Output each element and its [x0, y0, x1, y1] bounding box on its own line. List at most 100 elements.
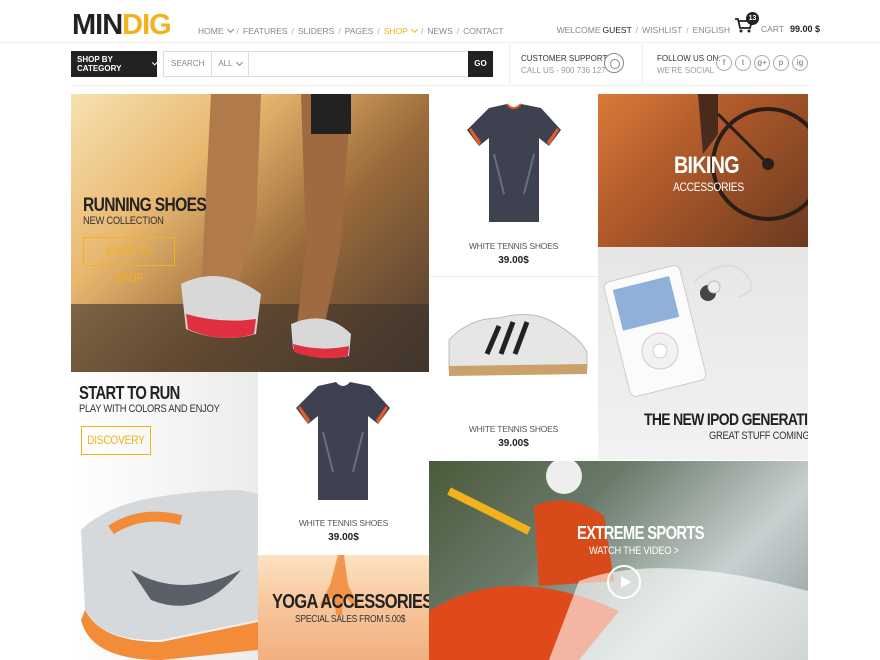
header-divider [0, 42, 880, 43]
chevron-down-icon [226, 25, 234, 34]
social-links: f t g+ p ig [716, 55, 808, 71]
category-button-label: SHOP BY CATEGORY [77, 55, 122, 73]
user-name[interactable]: GUEST [602, 25, 631, 35]
banner-subtitle: NEW COLLECTION [83, 215, 164, 227]
follow-subtitle: WE'RE SOCIAL [657, 66, 715, 75]
product-name: WHITE TENNIS SHOES [468, 241, 559, 251]
nav-label: SLIDERS [297, 26, 335, 36]
shop-by-category-button[interactable]: SHOP BY CATEGORY [71, 51, 159, 77]
banner-subtitle: SPECIAL SALES FROM 5.00$ [295, 614, 406, 625]
cart-count-badge: 13 [746, 12, 759, 25]
product-name: WHITE TENNIS SHOES [468, 424, 559, 434]
search-scope-select[interactable]: ALL [212, 52, 249, 76]
nav-item-features[interactable]: FEATURES [243, 26, 288, 36]
banner-title: RUNNING SHOES [83, 195, 207, 216]
vertical-divider [642, 44, 643, 84]
play-video-button[interactable] [607, 565, 641, 599]
facebook-icon[interactable]: f [716, 55, 732, 71]
follow-title: FOLLOW US ON: [657, 54, 721, 63]
nav-item-pages[interactable]: PAGES [345, 26, 374, 36]
nav-label: NEWS [427, 26, 453, 36]
wishlist-link[interactable]: WISHLIST [642, 25, 682, 35]
sneaker-image [448, 314, 588, 376]
banner-title: START TO RUN [79, 383, 180, 403]
logo-part-1: MIN [72, 9, 123, 41]
support-title: CUSTOMER SUPPORT [521, 54, 608, 63]
banner-ipod[interactable]: THE NEW IPOD GENERATION GREAT STUFF COMI… [598, 247, 808, 460]
chevron-down-icon [410, 25, 418, 34]
welcome-text: WELCOME [556, 25, 601, 35]
banner-title: YOGA ACCESSORIES [272, 591, 429, 613]
nav-separator: / [291, 26, 294, 36]
chevron-down-icon [235, 58, 243, 67]
kayak-image [429, 461, 808, 660]
pinterest-icon[interactable]: p [773, 55, 789, 71]
product-price: 39.00$ [328, 532, 359, 543]
product-card[interactable]: WHITE TENNIS SHOES 39.00$ [258, 372, 429, 555]
tshirt-image [296, 382, 390, 500]
nav-item-home[interactable]: HOME [198, 25, 234, 36]
instagram-icon[interactable]: ig [792, 55, 808, 71]
banner-running-shoes[interactable]: RUNNING SHOES NEW COLLECTION START TO SH… [71, 94, 429, 372]
account-links: WELCOME GUEST / WISHLIST / ENGLISH [557, 25, 730, 35]
banner-start-to-run[interactable]: START TO RUN PLAY WITH COLORS AND ENJOY … [71, 372, 258, 660]
banner-biking[interactable]: BIKING ACCESSORIES [598, 94, 808, 247]
product-card[interactable]: WHITE TENNIS SHOES 39.00$ [429, 278, 598, 461]
nav-separator: / [377, 26, 380, 36]
nav-item-sliders[interactable]: SLIDERS [298, 26, 334, 36]
start-to-shop-button[interactable]: START TO SHOP [83, 237, 175, 285]
search-divider [71, 85, 808, 86]
separator: / [686, 25, 689, 35]
banner-yoga[interactable]: YOGA ACCESSORIES SPECIAL SALES FROM 5.00… [258, 555, 429, 660]
product-card[interactable]: WHITE TENNIS SHOES 39.00$ [429, 94, 598, 277]
banner-extreme-sports[interactable]: EXTREME SPORTS WATCH THE VIDEO > [429, 461, 808, 660]
orange-sneaker-image [81, 490, 258, 660]
search-input[interactable] [248, 52, 468, 76]
banner-subtitle: GREAT STUFF COMING! [709, 430, 808, 442]
banner-title: BIKING [674, 152, 740, 179]
button-label: DISCOVERY [87, 433, 145, 447]
nav-label: FEATURES [242, 26, 288, 36]
nav-item-news[interactable]: NEWS [427, 26, 453, 36]
logo-part-2: DIG [122, 9, 172, 41]
chevron-down-icon [151, 59, 159, 66]
twitter-icon[interactable]: t [735, 55, 751, 71]
support-phone: CALL US - 900 736 127 [521, 66, 606, 75]
customer-support: CUSTOMER SUPPORT CALL US - 900 736 127 [521, 53, 607, 77]
nav-label: SHOP [383, 26, 408, 36]
nav-label: CONTACT [463, 26, 504, 36]
cart-label: CART [761, 24, 784, 34]
banner-title: EXTREME SPORTS [577, 523, 705, 543]
nav-separator: / [236, 26, 239, 36]
banner-subtitle: ACCESSORIES [673, 180, 744, 194]
separator: / [635, 25, 639, 35]
search-label: SEARCH [164, 52, 213, 76]
nav-label: HOME [198, 26, 224, 36]
vertical-divider [509, 44, 510, 84]
ipod-image [603, 264, 753, 397]
cart-widget[interactable]: 13 CART 99.00 $ [735, 12, 821, 34]
nav-separator: / [456, 26, 460, 36]
discovery-button[interactable]: DISCOVERY [81, 426, 151, 455]
product-price: 39.00$ [498, 255, 529, 266]
nav-item-shop[interactable]: SHOP [383, 25, 418, 36]
google-plus-icon[interactable]: g+ [754, 55, 770, 71]
cart-icon: 13 [735, 12, 759, 33]
search-go-button[interactable]: GO [468, 51, 493, 77]
search-scope-value: ALL [218, 59, 233, 68]
product-name: WHITE TENNIS SHOES [298, 518, 389, 528]
banner-title: THE NEW IPOD GENERATION [644, 410, 808, 429]
nav-item-contact[interactable]: CONTACT [463, 26, 503, 36]
main-nav: HOME / FEATURES / SLIDERS / PAGES / SHOP… [198, 25, 504, 36]
banner-subtitle: WATCH THE VIDEO > [589, 545, 679, 557]
tshirt-image [467, 103, 561, 222]
running-legs-image [71, 94, 429, 372]
nav-separator: / [338, 26, 341, 36]
product-price: 39.00$ [498, 438, 529, 449]
cart-total: 99.00 $ [790, 24, 821, 34]
search-bar: SEARCH ALL GO [163, 51, 493, 77]
site-logo[interactable]: MINDIG [72, 9, 172, 41]
button-label: START TO SHOP [105, 244, 153, 285]
language-selector[interactable]: ENGLISH [693, 25, 730, 35]
nav-label: PAGES [344, 26, 374, 36]
